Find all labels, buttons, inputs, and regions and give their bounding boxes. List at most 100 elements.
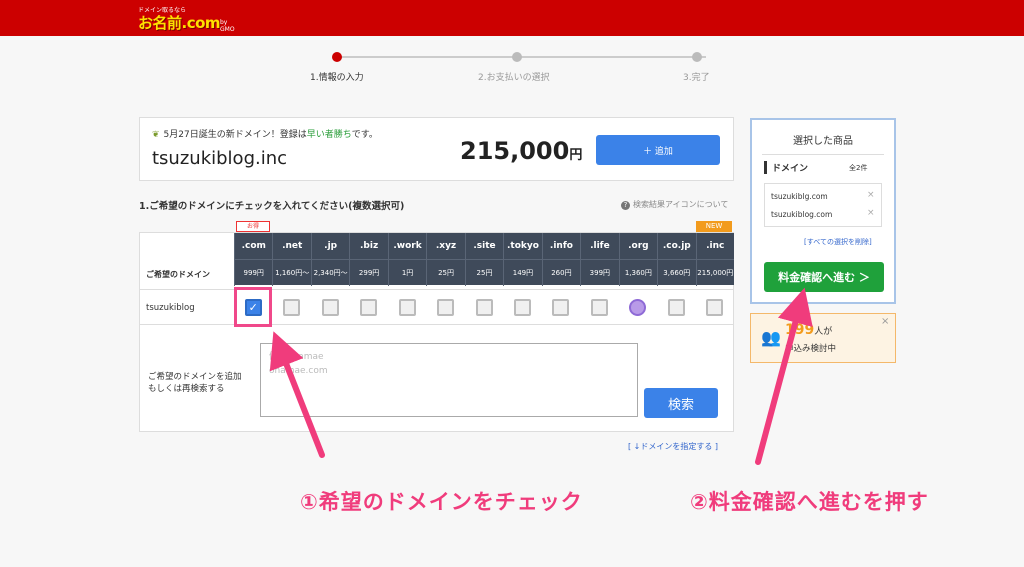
consideration-notice: 👥 199人が 申込み検討中 × [750, 313, 896, 363]
notice-suffix: 人が [814, 327, 833, 337]
users-icon: 👥 [761, 328, 781, 347]
tld-price: 3,660円 [657, 260, 695, 286]
placeholder-line2: onamae.com [269, 366, 328, 376]
panel-divider [762, 154, 884, 155]
annotation-left-text: ①希望のドメインをチェック [300, 490, 583, 514]
promo-before: 5月27日誕生の新ドメイン！登録は [163, 130, 307, 140]
domain-checkbox[interactable] [321, 299, 339, 316]
leaf-icon: ❦ [152, 130, 160, 140]
selected-item: tsuzukiblog.com [771, 210, 833, 219]
selected-item: tsuzukiblg.com [771, 192, 828, 201]
new-badge: NEW [696, 221, 732, 232]
domain-checkbox[interactable] [437, 299, 455, 316]
domain-checkbox[interactable] [398, 299, 416, 316]
tld-header: .co.jp [657, 233, 695, 259]
domain-checkbox[interactable] [590, 299, 608, 316]
selected-domain-list: tsuzukiblg.com × tsuzukiblog.com × [764, 183, 882, 227]
tld-price: 215,000円 [695, 260, 734, 286]
domain-checkbox[interactable] [360, 299, 378, 316]
deal-badge: お得 [236, 221, 270, 232]
promo-highlight: 早い者勝ち [306, 130, 352, 140]
panel-title: 選択した商品 [793, 136, 853, 147]
specify-domain-link[interactable]: [ ↓ドメインを指定する ] [628, 441, 718, 452]
step-1-label: 1.情報の入力 [310, 73, 364, 83]
domain-checkbox[interactable] [475, 299, 493, 316]
step-2-dot [512, 52, 522, 62]
domain-search-textarea[interactable]: 例：onamae onamae.com [260, 343, 638, 417]
remove-icon[interactable]: × [867, 190, 875, 200]
progress-steps: 1.情報の入力 2.お支払いの選択 3.完了 [310, 48, 730, 88]
tld-price: 2,340円〜 [310, 260, 349, 286]
extra-search-label: ご希望のドメインを追加 もしくは再検索する [148, 371, 242, 395]
tld-header: .site [464, 233, 503, 259]
logo-gmo: by GMO [220, 19, 235, 33]
placeholder-line1: 例：onamae [269, 352, 324, 362]
featured-price: 215,000円 [460, 137, 582, 165]
tld-price: 149円 [503, 260, 541, 286]
proceed-to-price-button[interactable]: 料金確認へ進む ＞ [764, 262, 884, 292]
extra-label-line1: ご希望のドメインを追加 [148, 372, 242, 382]
step-3-dot [692, 52, 702, 62]
help-link[interactable]: ? 検索結果アイコンについて [621, 199, 728, 210]
selected-products-panel: 選択した商品 ドメイン 全2件 tsuzukiblg.com × tsuzuki… [750, 118, 896, 304]
notice-line2: 申込み検討中 [785, 344, 837, 354]
featured-price-value: 215,000 [460, 137, 570, 165]
add-button[interactable]: ＋ 追加 [596, 135, 720, 165]
tld-header: .work [387, 233, 426, 259]
tld-price: 1円 [387, 260, 426, 286]
top-header-bar: ドメイン取るなら お名前.com by GMO [0, 0, 1024, 36]
steps-line [340, 56, 706, 58]
tld-price: 1,360円 [618, 260, 657, 286]
question-icon: ? [621, 201, 630, 210]
featured-domain-card: ❦ 5月27日誕生の新ドメイン！登録は早い者勝ちです。 tsuzukiblog.i… [139, 117, 734, 181]
extra-label-line2: もしくは再検索する [148, 384, 225, 394]
close-icon[interactable]: × [881, 316, 889, 327]
tld-price: 399円 [580, 260, 618, 286]
tld-header: .xyz [426, 233, 464, 259]
tld-price: 299円 [349, 260, 387, 286]
search-button[interactable]: 検索 [644, 388, 718, 418]
tld-price-row: 999円 1,160円〜 2,340円〜 299円 1円 25円 25円 149円 260円 39… [234, 259, 734, 286]
panel-section-title: ドメイン [764, 161, 808, 174]
tld-header: .info [541, 233, 580, 259]
annotation-highlight-box [234, 287, 272, 327]
step-1-dot [332, 52, 342, 62]
domain-table: .com .net .jp .biz .work .xyz .site .tokyo .info… [139, 232, 734, 432]
tld-header: .inc [695, 233, 734, 259]
domain-checkbox[interactable] [629, 299, 647, 316]
featured-price-unit: 円 [569, 148, 583, 163]
tld-price: 1,160円〜 [272, 260, 310, 286]
tld-header: .com [234, 233, 272, 259]
tld-header: .jp [310, 233, 349, 259]
domain-checkbox[interactable] [552, 299, 570, 316]
instruction-heading: 1.ご希望のドメインにチェックを入れてください(複数選択可) [139, 201, 405, 212]
row-label: ご希望のドメイン [146, 270, 210, 279]
tld-header: .life [580, 233, 618, 259]
annotation-right-text: ②料金確認へ進むを押す [690, 490, 929, 514]
domain-checkbox[interactable] [706, 299, 724, 316]
help-link-text: 検索結果アイコンについて [633, 200, 729, 209]
step-3-label: 3.完了 [683, 73, 710, 83]
tld-header-row: .com .net .jp .biz .work .xyz .site .tokyo .info… [234, 233, 734, 259]
tld-price: 260円 [541, 260, 580, 286]
tld-header: .org [618, 233, 657, 259]
clear-selection-link[interactable]: [すべての選択を削除] [804, 237, 872, 247]
remove-icon[interactable]: × [867, 208, 875, 218]
tld-header: .net [272, 233, 310, 259]
domain-checkbox[interactable] [667, 299, 685, 316]
tld-header: .tokyo [503, 233, 541, 259]
tld-price: 25円 [464, 260, 503, 286]
tld-header: .biz [349, 233, 387, 259]
step-2-label: 2.お支払いの選択 [478, 73, 550, 83]
notice-count: 199 [785, 322, 815, 338]
tld-price: 25円 [426, 260, 464, 286]
promo-text: ❦ 5月27日誕生の新ドメイン！登録は早い者勝ちです。 [152, 127, 378, 140]
tld-price: 999円 [234, 260, 272, 286]
sld-label: tsuzukiblog [146, 303, 195, 313]
panel-count: 全2件 [849, 164, 868, 172]
logo-text: お名前.com [138, 14, 221, 32]
domain-checkbox[interactable] [513, 299, 531, 316]
notice-line1: 199人が [785, 322, 832, 338]
domain-check-row: tsuzukiblog ✓ [140, 289, 733, 325]
domain-checkbox[interactable] [283, 299, 301, 316]
